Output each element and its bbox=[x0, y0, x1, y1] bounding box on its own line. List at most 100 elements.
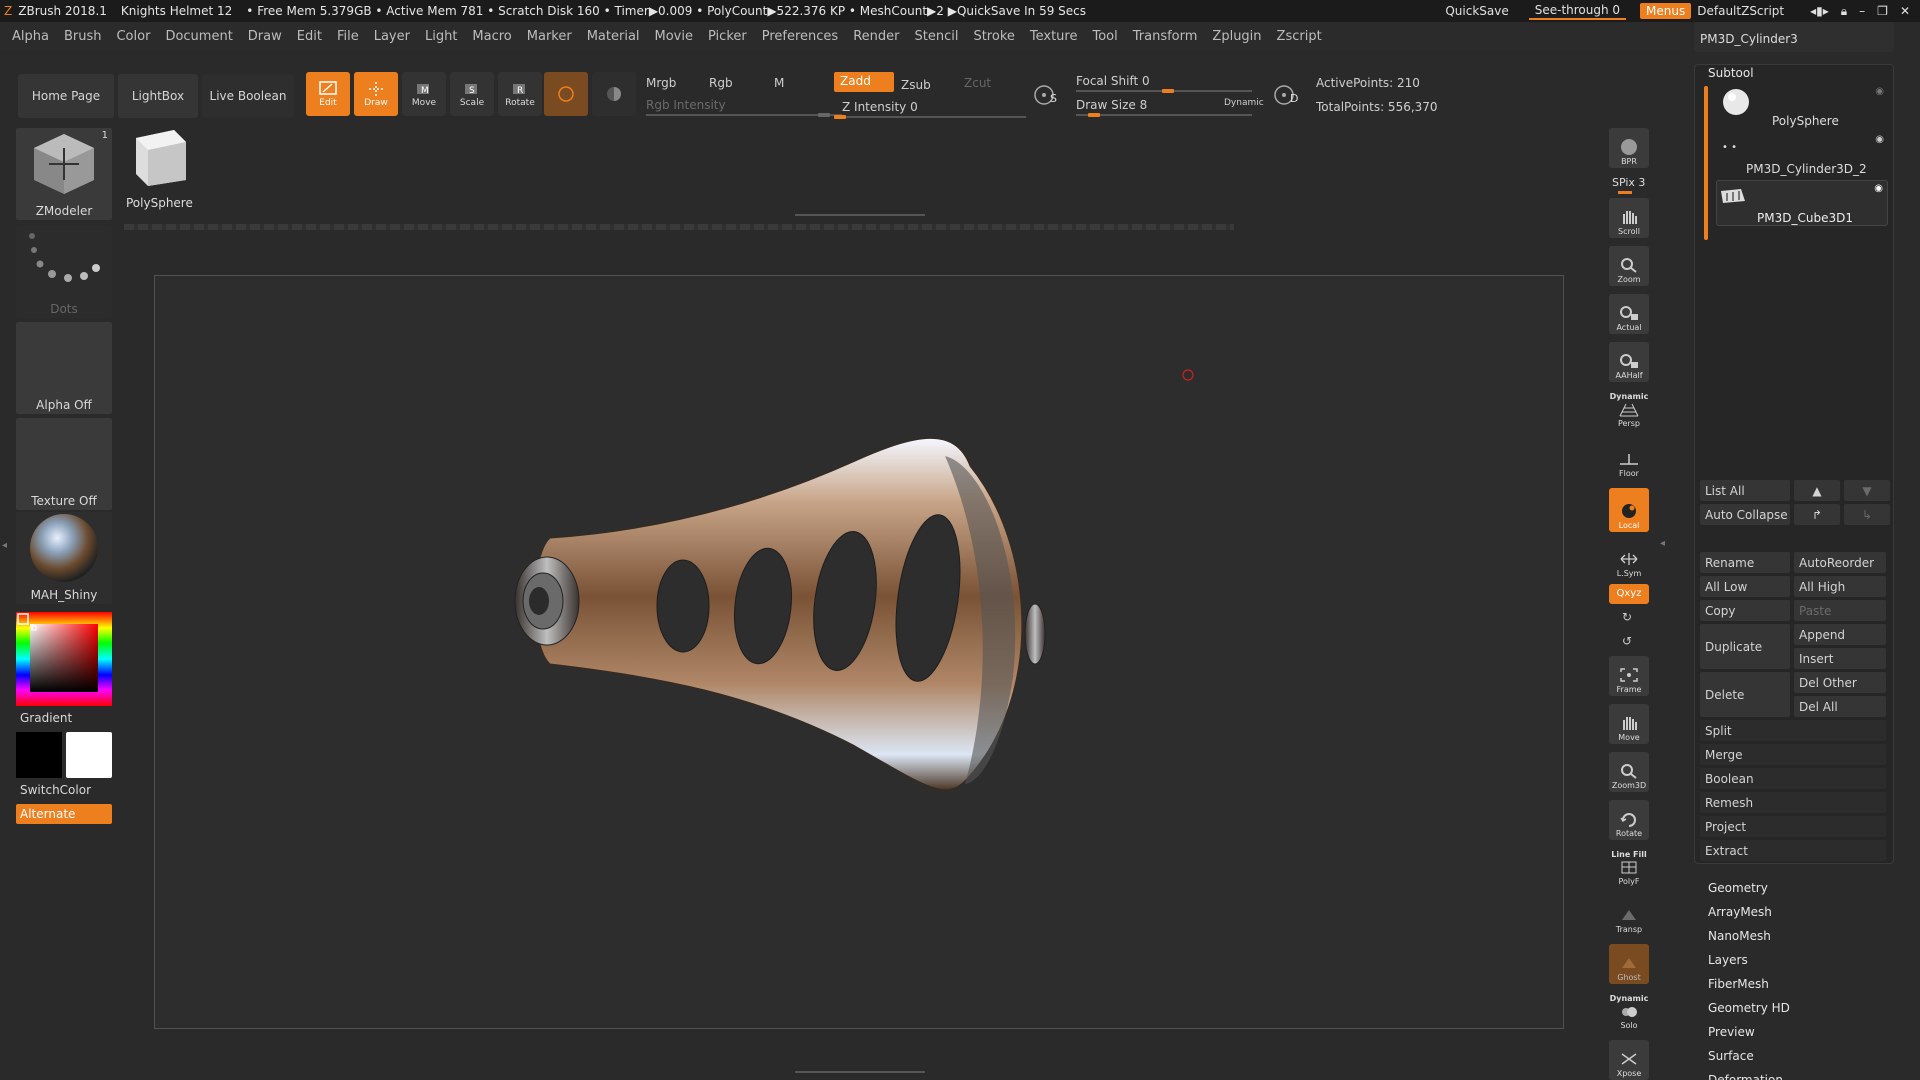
project-button[interactable]: Project bbox=[1700, 816, 1886, 837]
document-canvas[interactable] bbox=[154, 275, 1564, 1029]
lock-icon[interactable]: 🔒︎ bbox=[1835, 3, 1853, 20]
persp-button[interactable]: Dynamic Persp bbox=[1609, 390, 1649, 430]
menu-movie[interactable]: Movie bbox=[655, 29, 693, 44]
rotate-z-icon[interactable]: ↺ bbox=[1622, 634, 1632, 648]
home-page-button[interactable]: Home Page bbox=[18, 74, 114, 118]
boolean-button[interactable]: Boolean bbox=[1700, 768, 1886, 789]
autoreorder-button[interactable]: AutoReorder bbox=[1794, 552, 1886, 573]
switchcolor-button[interactable]: SwitchColor bbox=[20, 783, 91, 797]
zsub-button[interactable]: Zsub bbox=[901, 78, 931, 92]
subtool-scrollbar[interactable] bbox=[1704, 86, 1708, 240]
quicksave-button[interactable]: QuickSave bbox=[1439, 3, 1514, 19]
split-button[interactable]: Split bbox=[1700, 720, 1886, 741]
transp-button[interactable]: Transp bbox=[1609, 896, 1649, 936]
spotlight-s-button[interactable]: S bbox=[1032, 80, 1062, 110]
material-tile[interactable]: MAH_Shiny bbox=[16, 512, 112, 604]
arrow-right-down-button[interactable]: ↳ bbox=[1844, 504, 1890, 525]
ghost-button[interactable]: Ghost bbox=[1609, 944, 1649, 984]
lsym-button[interactable]: L.Sym bbox=[1609, 540, 1649, 580]
focal-shift-knob[interactable] bbox=[1162, 89, 1174, 93]
menu-transform[interactable]: Transform bbox=[1133, 29, 1198, 44]
scale-button[interactable]: S Scale bbox=[450, 72, 494, 116]
tool-section-geometry[interactable]: Geometry bbox=[1708, 876, 1908, 900]
rgb-button[interactable]: Rgb bbox=[709, 76, 733, 90]
auto-collapse-button[interactable]: Auto Collapse bbox=[1700, 504, 1790, 525]
subtool-cylinder-visibility-icon[interactable]: ◉ bbox=[1875, 134, 1884, 145]
move-up-button[interactable]: ▲ bbox=[1794, 480, 1840, 501]
brush-stroke-toggle[interactable] bbox=[544, 72, 588, 116]
rotate-button[interactable]: R Rotate bbox=[498, 72, 542, 116]
rotate-y-icon[interactable]: ↻ bbox=[1622, 610, 1632, 624]
floor-button[interactable]: Floor bbox=[1609, 440, 1649, 480]
subtool-item-cylinder[interactable]: • • PM3D_Cylinder3D_2 ◉ bbox=[1716, 132, 1888, 178]
menu-layer[interactable]: Layer bbox=[374, 29, 410, 44]
list-all-button[interactable]: List All bbox=[1700, 480, 1790, 501]
top-collapse-handle[interactable] bbox=[795, 214, 925, 220]
tool-section-nanomesh[interactable]: NanoMesh bbox=[1708, 924, 1908, 948]
xpose-button[interactable]: Xpose bbox=[1609, 1040, 1649, 1080]
subtool-header[interactable]: Subtool bbox=[1708, 66, 1754, 80]
move-down-button[interactable]: ▼ bbox=[1844, 480, 1890, 501]
menu-material[interactable]: Material bbox=[587, 29, 640, 44]
color-picker-gradient[interactable] bbox=[16, 612, 112, 706]
copy-button[interactable]: Copy bbox=[1700, 600, 1790, 621]
menu-preferences[interactable]: Preferences bbox=[762, 29, 838, 44]
spotlight-d-button[interactable]: D bbox=[1272, 80, 1302, 110]
bpr-button[interactable]: BPR bbox=[1609, 128, 1649, 168]
subtool-item-cube[interactable]: PM3D_Cube3D1 ◉ bbox=[1716, 180, 1888, 226]
all-low-button[interactable]: All Low bbox=[1700, 576, 1790, 597]
solo-button[interactable]: Dynamic Solo bbox=[1609, 992, 1649, 1032]
left-panel-collapse-arrow[interactable]: ◂ bbox=[2, 540, 8, 570]
close-icon[interactable]: ✕ bbox=[1894, 3, 1916, 19]
secondary-color-swatch[interactable] bbox=[16, 732, 62, 778]
append-button[interactable]: Append bbox=[1794, 624, 1886, 645]
alternate-button[interactable]: Alternate bbox=[16, 804, 112, 824]
tool-section-surface[interactable]: Surface bbox=[1708, 1044, 1908, 1068]
arrow-right-up-button[interactable]: ↱ bbox=[1794, 504, 1840, 525]
right-panel-collapse-arrow[interactable]: ◂ bbox=[1660, 538, 1666, 568]
menu-render[interactable]: Render bbox=[853, 29, 899, 44]
insert-button[interactable]: Insert bbox=[1794, 648, 1886, 669]
menu-picker[interactable]: Picker bbox=[708, 29, 747, 44]
alpha-tile[interactable]: Alpha Off bbox=[16, 322, 112, 414]
menu-light[interactable]: Light bbox=[425, 29, 457, 44]
menu-stroke[interactable]: Stroke bbox=[973, 29, 1014, 44]
menu-zplugin[interactable]: Zplugin bbox=[1212, 29, 1261, 44]
minimize-icon[interactable]: – bbox=[1853, 3, 1871, 19]
material-toggle[interactable] bbox=[592, 72, 636, 116]
menu-brush[interactable]: Brush bbox=[64, 29, 102, 44]
menus-toggle[interactable]: Menus bbox=[1640, 3, 1692, 19]
draw-button[interactable]: Draw bbox=[354, 72, 398, 116]
zadd-button[interactable]: Zadd bbox=[834, 72, 894, 92]
duplicate-button[interactable]: Duplicate bbox=[1700, 624, 1790, 669]
lightbox-button[interactable]: LightBox bbox=[118, 74, 198, 118]
scroll-button[interactable]: Scroll bbox=[1609, 198, 1649, 238]
zoom-button[interactable]: Zoom bbox=[1609, 246, 1649, 286]
gradient-toggle[interactable]: Gradient bbox=[20, 711, 72, 725]
zcut-button[interactable]: Zcut bbox=[964, 76, 991, 90]
paste-button[interactable]: Paste bbox=[1794, 600, 1886, 621]
menu-macro[interactable]: Macro bbox=[472, 29, 511, 44]
live-boolean-button[interactable]: Live Boolean bbox=[202, 74, 294, 118]
merge-button[interactable]: Merge bbox=[1700, 744, 1886, 765]
layout-icon[interactable]: ◂▮▸ bbox=[1804, 3, 1835, 19]
rgb-intensity-slider[interactable]: Rgb Intensity bbox=[646, 98, 726, 112]
actual-button[interactable]: Actual bbox=[1609, 294, 1649, 334]
menu-color[interactable]: Color bbox=[116, 29, 150, 44]
move-view-button[interactable]: Move bbox=[1609, 704, 1649, 744]
tool-section-fibermesh[interactable]: FiberMesh bbox=[1708, 972, 1908, 996]
color-picker[interactable] bbox=[16, 612, 112, 706]
default-zscript[interactable]: DefaultZScript bbox=[1691, 3, 1790, 19]
menu-stencil[interactable]: Stencil bbox=[914, 29, 958, 44]
rotate-view-button[interactable]: Rotate bbox=[1609, 800, 1649, 840]
delete-button[interactable]: Delete bbox=[1700, 672, 1790, 717]
local-button[interactable]: Local bbox=[1609, 488, 1649, 532]
menu-edit[interactable]: Edit bbox=[297, 29, 322, 44]
draw-size-track[interactable] bbox=[1076, 114, 1252, 116]
menu-marker[interactable]: Marker bbox=[527, 29, 572, 44]
subtool-polysphere-visibility-icon[interactable]: ◉ bbox=[1875, 86, 1884, 97]
tool-thumb[interactable]: PolySphere bbox=[122, 124, 193, 210]
rgb-intensity-track[interactable] bbox=[646, 114, 842, 116]
tool-section-deformation[interactable]: Deformation bbox=[1708, 1068, 1908, 1080]
del-other-button[interactable]: Del Other bbox=[1794, 672, 1886, 693]
